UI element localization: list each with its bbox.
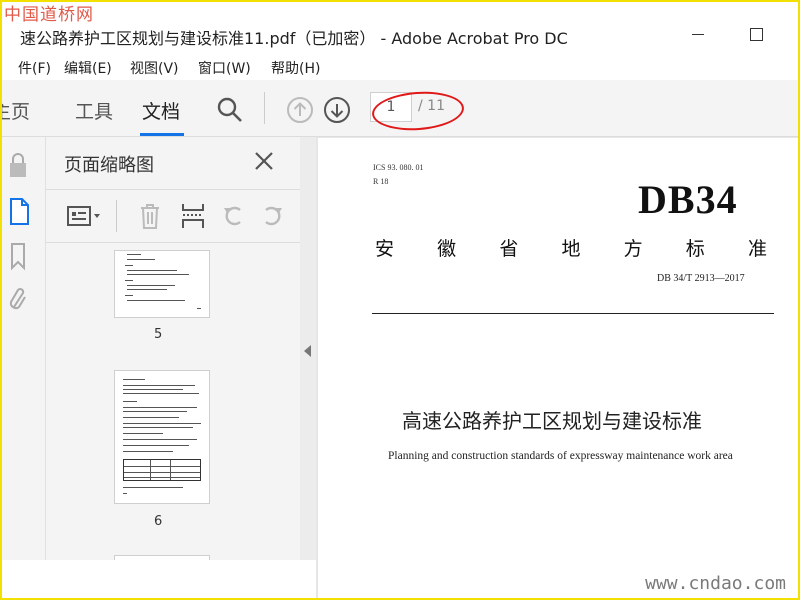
pane-splitter[interactable] <box>300 137 316 560</box>
menu-window[interactable]: 窗口(W) <box>198 58 251 78</box>
thumbnail-label-5: 5 <box>154 327 163 342</box>
tab-document[interactable]: 文档 <box>142 97 180 124</box>
menu-view[interactable]: 视图(V) <box>130 58 179 78</box>
minimize-button[interactable] <box>690 24 710 44</box>
options-icon[interactable] <box>66 204 104 228</box>
menu-bar: 件(F) 编辑(E) 视图(V) 窗口(W) 帮助(H) <box>0 56 800 80</box>
menu-edit[interactable]: 编辑(E) <box>64 58 112 78</box>
thumbnails-panel: 页面缩略图 5 6 <box>46 137 334 560</box>
title-bar: 速公路养护工区规划与建设标准11.pdf（已加密） - Adobe Acroba… <box>0 18 800 54</box>
page-icon[interactable] <box>8 197 34 227</box>
thumbnail-page-6[interactable] <box>114 370 210 504</box>
active-tab-indicator <box>140 133 184 136</box>
close-icon[interactable] <box>252 149 276 173</box>
standard-code: DB34 <box>638 177 738 222</box>
navigation-pane <box>0 137 46 560</box>
lock-icon[interactable] <box>8 151 28 179</box>
document-title-cn: 高速公路养护工区规划与建设标准 <box>402 409 702 433</box>
province-char: 方 <box>623 238 643 260</box>
heading-rule <box>372 313 774 314</box>
thumbnail-page-7[interactable] <box>114 555 210 560</box>
bookmark-icon[interactable] <box>8 241 28 271</box>
document-title-en: Planning and construction standards of e… <box>388 450 733 462</box>
panel-title: 页面缩略图 <box>64 155 154 176</box>
province-heading: 安 徽 省 地 方 标 准 <box>375 234 767 261</box>
ics-code: ICS 93. 080. 01 <box>373 163 424 172</box>
rotate-cw-icon[interactable] <box>260 202 286 230</box>
watermark-bottom: www.cndao.com <box>645 573 786 594</box>
rotate-ccw-icon[interactable] <box>220 202 246 230</box>
province-char: 省 <box>499 238 519 260</box>
maximize-button[interactable] <box>750 28 763 41</box>
panel-toolbar <box>46 189 300 243</box>
menu-file[interactable]: 件(F) <box>18 58 51 78</box>
collapse-panel-icon[interactable] <box>304 345 311 357</box>
thumbnail-page-5[interactable] <box>114 250 210 318</box>
next-page-icon[interactable] <box>323 96 351 124</box>
paperclip-icon[interactable] <box>8 285 28 315</box>
province-char: 准 <box>747 238 767 260</box>
province-char: 徽 <box>437 238 457 260</box>
panel-divider <box>116 200 117 232</box>
insert-page-icon[interactable] <box>180 202 206 230</box>
standard-number: DB 34/T 2913—2017 <box>657 273 745 284</box>
thumbnail-label-6: 6 <box>154 514 163 529</box>
province-char: 地 <box>561 238 581 260</box>
window-title: 速公路养护工区规划与建设标准11.pdf（已加密） - Adobe Acroba… <box>20 29 568 48</box>
search-icon[interactable] <box>216 96 244 124</box>
province-char: 标 <box>685 238 705 260</box>
province-char: 安 <box>375 238 395 260</box>
trash-icon[interactable] <box>138 202 162 230</box>
tab-home[interactable]: 主页 <box>0 97 30 124</box>
watermark-top: 中国道桥网 <box>4 5 94 25</box>
r-code: R 18 <box>373 177 389 186</box>
thumbnail-table <box>123 459 201 481</box>
menu-help[interactable]: 帮助(H) <box>271 58 320 78</box>
tab-tools[interactable]: 工具 <box>75 97 113 124</box>
toolbar-divider <box>264 92 265 124</box>
previous-page-icon[interactable] <box>286 96 314 124</box>
